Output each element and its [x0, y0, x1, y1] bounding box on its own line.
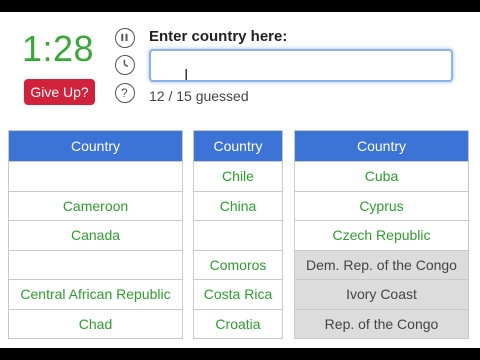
- country-cell: Cameroon: [8, 190, 183, 221]
- country-cell: Chile: [193, 161, 283, 192]
- country-cell: Chad: [8, 308, 183, 339]
- country-cell: Comoros: [193, 249, 283, 280]
- answer-table-2: Country Chile China Comoros Costa Rica C…: [193, 130, 283, 339]
- country-cell: Cyprus: [294, 190, 469, 221]
- country-cell: Rep. of the Congo: [294, 308, 469, 339]
- pause-icon[interactable]: [115, 28, 135, 48]
- answer-prompt: Enter country here:: [149, 28, 288, 45]
- country-cell: Croatia: [193, 308, 283, 339]
- country-answer-input[interactable]: [149, 49, 453, 82]
- help-glyph: ?: [121, 86, 128, 100]
- column-header: Country: [193, 130, 283, 162]
- country-cell: Ivory Coast: [294, 279, 469, 310]
- answer-table-3: Country Cuba Cyprus Czech Republic Dem. …: [294, 130, 469, 339]
- quiz-frame: 1:28 Give Up? ? Enter country here: I 12…: [0, 12, 480, 348]
- column-header: Country: [294, 130, 469, 162]
- country-cell: [8, 161, 183, 192]
- country-cell: Dem. Rep. of the Congo: [294, 249, 469, 280]
- give-up-button[interactable]: Give Up?: [24, 79, 95, 105]
- country-cell: [193, 220, 283, 251]
- country-cell: Costa Rica: [193, 279, 283, 310]
- answer-table-1: Country Cameroon Canada Central African …: [8, 130, 183, 339]
- countdown-timer: 1:28: [22, 28, 95, 69]
- text-cursor-icon: I: [184, 67, 189, 84]
- guessed-progress: 12 / 15 guessed: [149, 88, 249, 104]
- country-cell: [8, 249, 183, 280]
- country-cell: Canada: [8, 220, 183, 251]
- clock-icon[interactable]: [115, 55, 135, 75]
- column-header: Country: [8, 130, 183, 162]
- country-cell: China: [193, 190, 283, 221]
- country-cell: Central African Republic: [8, 279, 183, 310]
- country-cell: Czech Republic: [294, 220, 469, 251]
- help-icon[interactable]: ?: [115, 83, 135, 103]
- country-cell: Cuba: [294, 161, 469, 192]
